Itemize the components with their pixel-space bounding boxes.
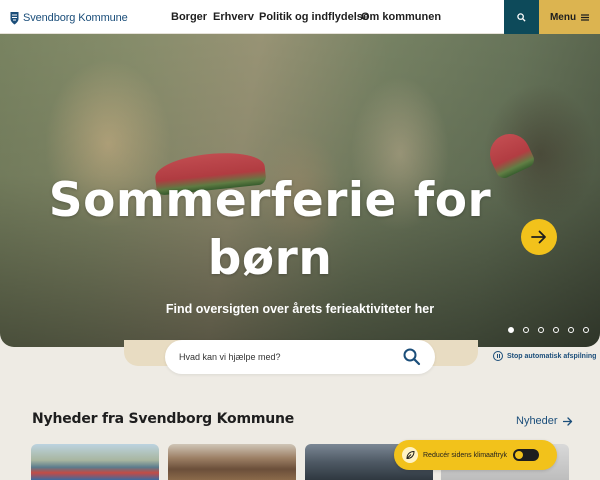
news-card-image[interactable] <box>31 444 159 480</box>
nav-politik-og-indflydelse[interactable]: Politik og indflydelse <box>259 0 369 34</box>
menu-button[interactable]: Menu <box>539 0 600 34</box>
stop-autoplay-button[interactable]: Stop automatisk afspilning <box>493 351 596 361</box>
news-card-image[interactable] <box>168 444 296 480</box>
hero-next-button[interactable] <box>521 219 557 255</box>
hamburger-icon <box>581 13 590 21</box>
nav-om-kommunen[interactable]: Om kommunen <box>361 0 441 34</box>
stop-autoplay-label: Stop automatisk afspilning <box>507 352 597 360</box>
carousel-dot[interactable] <box>508 327 514 333</box>
carousel-dot[interactable] <box>583 327 589 333</box>
logo-text: Svendborg Kommune <box>23 12 128 24</box>
search-box <box>165 340 435 374</box>
search-icon <box>517 12 526 22</box>
site-header: Svendborg Kommune Borger Erhverv Politik… <box>0 0 600 34</box>
carousel-dots <box>508 327 589 333</box>
leaf-icon <box>402 447 418 463</box>
nav-erhverv[interactable]: Erhverv <box>213 0 254 34</box>
hero-banner[interactable]: Sommerferie for børn Find oversigten ove… <box>0 34 600 347</box>
hero-title: Sommerferie for børn <box>48 173 492 286</box>
site-logo[interactable]: Svendborg Kommune <box>10 10 128 26</box>
carousel-dot[interactable] <box>538 327 544 333</box>
arrow-right-icon <box>562 416 572 426</box>
news-link-label: Nyheder <box>516 415 558 427</box>
news-link[interactable]: Nyheder <box>516 415 573 427</box>
arrow-right-icon <box>531 230 546 244</box>
coat-of-arms-icon <box>10 12 19 25</box>
header-search-button[interactable] <box>504 0 539 34</box>
climate-footprint-toggle[interactable]: Reducér sidens klimaaftryk <box>394 440 557 470</box>
hero-subtitle[interactable]: Find oversigten over årets ferieaktivite… <box>100 302 500 316</box>
carousel-dot[interactable] <box>523 327 529 333</box>
search-input[interactable] <box>179 340 389 374</box>
pause-icon <box>493 351 503 361</box>
nav-borger[interactable]: Borger <box>171 0 207 34</box>
climate-label: Reducér sidens klimaaftryk <box>423 451 508 459</box>
climate-switch[interactable] <box>513 449 539 461</box>
news-heading: Nyheder fra Svendborg Kommune <box>32 411 295 427</box>
menu-label: Menu <box>549 11 577 23</box>
search-icon[interactable] <box>402 347 422 367</box>
carousel-dot[interactable] <box>553 327 559 333</box>
carousel-dot[interactable] <box>568 327 574 333</box>
